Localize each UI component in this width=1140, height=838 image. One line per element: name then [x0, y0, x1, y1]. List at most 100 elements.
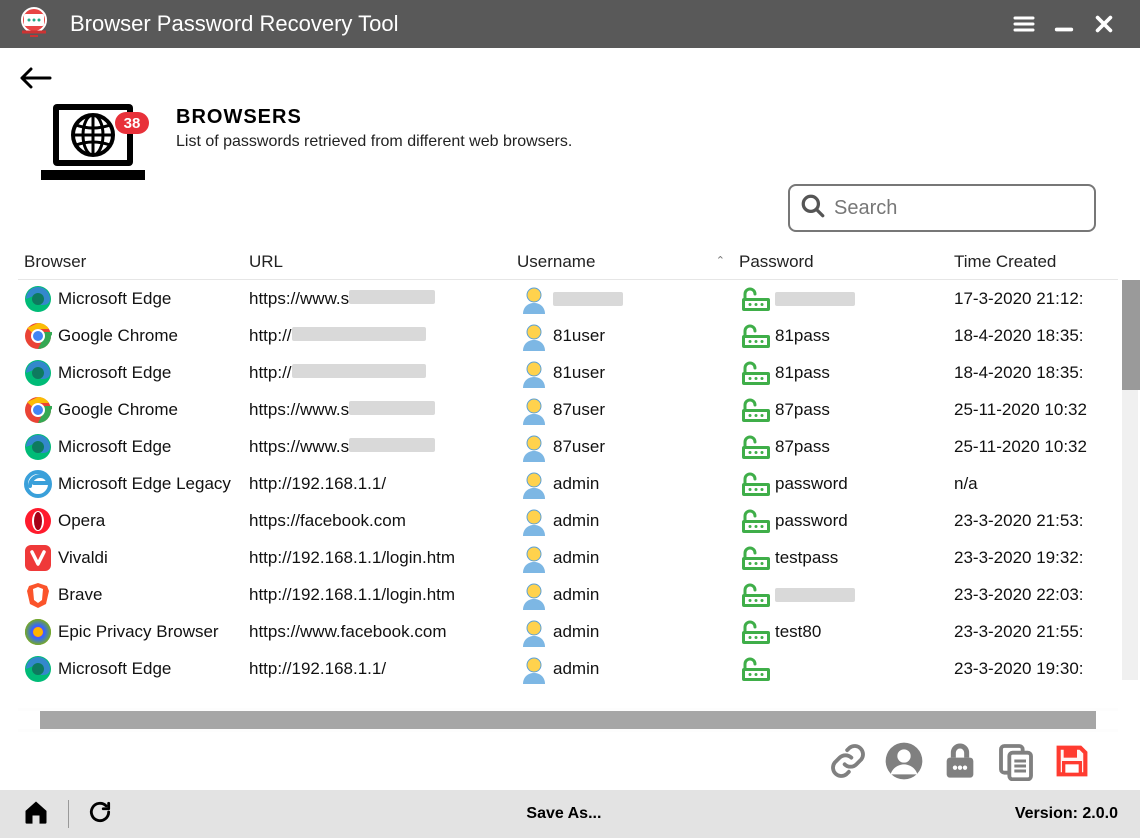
lock-icon — [739, 580, 773, 610]
lock-icon — [739, 358, 773, 388]
url-cell: http://192.168.1.1/ — [243, 474, 511, 494]
th-password[interactable]: Password — [733, 252, 948, 272]
table-row[interactable]: Epic Privacy Browserhttps://www.facebook… — [18, 613, 1118, 650]
url-cell: http:// — [243, 363, 511, 383]
url-cell: http://192.168.1.1/login.htm — [243, 548, 511, 568]
content-area: 38 BROWSERS List of passwords retrieved … — [0, 48, 1140, 790]
vivaldi-icon — [24, 544, 52, 572]
table-row[interactable]: Microsoft Edgehttp://192.168.1.1/admin23… — [18, 650, 1118, 687]
user-icon — [517, 393, 551, 427]
horizontal-scrollbar-track[interactable] — [18, 711, 1118, 729]
time-cell: 23-3-2020 19:30: — [948, 659, 1096, 679]
table-row[interactable]: Vivaldi http://192.168.1.1/login.htmadmin… — [18, 539, 1118, 576]
table-row[interactable]: Google Chromehttp://81user81pass18-4-202… — [18, 317, 1118, 354]
table-row[interactable]: Microsoft Edgehttps://www.s87user87pass2… — [18, 428, 1118, 465]
lock-icon — [739, 506, 773, 536]
browser-name: Brave — [58, 585, 102, 605]
search-input[interactable] — [834, 197, 1099, 220]
home-button[interactable] — [22, 798, 50, 831]
th-url[interactable]: URL — [243, 252, 511, 272]
username-cell: admin — [511, 504, 733, 538]
statusbar: Save As... Version: 2.0.0 — [0, 790, 1140, 838]
table-row[interactable]: Microsoft Edge http://81user81pass18-4-20… — [18, 354, 1118, 391]
browsers-icon: 38 — [18, 98, 168, 190]
username-cell: 81user — [511, 356, 733, 390]
refresh-button[interactable] — [87, 799, 113, 830]
password-cell: 87pass — [733, 432, 948, 462]
url-cell: https://www.facebook.com — [243, 622, 511, 642]
close-button[interactable] — [1084, 0, 1124, 48]
table-row[interactable]: Microsoft Edge Legacy http://192.168.1.1/… — [18, 465, 1118, 502]
user-icon — [517, 430, 551, 464]
time-cell: 23-3-2020 22:03: — [948, 585, 1096, 605]
username-cell: admin — [511, 541, 733, 575]
username-cell: admin — [511, 652, 733, 686]
username-cell: 87user — [511, 393, 733, 427]
horizontal-scrollbar-thumb[interactable] — [40, 711, 1096, 729]
table-row[interactable]: Microsoft Edgehttps://www.s17-3-2020 21:… — [18, 280, 1118, 317]
user-icon — [517, 467, 551, 501]
password-cell: 87pass — [733, 395, 948, 425]
edge-icon — [24, 655, 52, 683]
browser-name: Google Chrome — [58, 400, 178, 420]
user-icon — [517, 319, 551, 353]
password-cell: testpass — [733, 543, 948, 573]
user-icon — [517, 578, 551, 612]
time-cell: 23-3-2020 19:32: — [948, 548, 1096, 568]
edge-icon — [24, 359, 52, 387]
lock-icon — [739, 321, 773, 351]
time-cell: 17-3-2020 21:12: — [948, 289, 1096, 309]
action-toolbar — [18, 732, 1118, 790]
lock-icon — [739, 617, 773, 647]
th-time[interactable]: Time Created — [948, 252, 1096, 272]
username-cell — [511, 282, 733, 316]
back-button[interactable] — [18, 67, 52, 94]
lock-icon — [739, 432, 773, 462]
url-cell: https://facebook.com — [243, 511, 511, 531]
minimize-button[interactable] — [1044, 0, 1084, 48]
table-row[interactable]: Google Chromehttps://www.s87user87pass25… — [18, 391, 1118, 428]
username-cell: admin — [511, 467, 733, 501]
copy-password-button[interactable] — [938, 739, 982, 783]
version-label: Version: 2.0.0 — [1015, 805, 1118, 823]
table-row[interactable]: Bravehttp://192.168.1.1/login.htmadmin23… — [18, 576, 1118, 613]
search-box[interactable] — [788, 184, 1096, 232]
lock-icon — [739, 284, 773, 314]
browser-name: Vivaldi — [58, 548, 108, 568]
time-cell: 18-4-2020 18:35: — [948, 363, 1096, 383]
username-cell: admin — [511, 578, 733, 612]
username-cell: admin — [511, 615, 733, 649]
browser-name: Microsoft Edge — [58, 363, 171, 383]
password-cell: 81pass — [733, 358, 948, 388]
browser-name: Microsoft Edge — [58, 437, 171, 457]
user-icon — [517, 356, 551, 390]
password-cell: password — [733, 506, 948, 536]
copy-row-button[interactable] — [994, 739, 1038, 783]
save-button[interactable] — [1050, 739, 1094, 783]
badge-count: 38 — [124, 115, 141, 132]
url-cell: http://192.168.1.1/ — [243, 659, 511, 679]
copy-username-button[interactable] — [882, 739, 926, 783]
time-cell: 18-4-2020 18:35: — [948, 326, 1096, 346]
copy-url-button[interactable] — [826, 739, 870, 783]
page-title: BROWSERS — [176, 106, 572, 129]
lock-icon — [739, 543, 773, 573]
vertical-scrollbar-thumb[interactable] — [1122, 280, 1140, 390]
username-cell: 81user — [511, 319, 733, 353]
th-username[interactable]: Username⌃ — [511, 252, 733, 272]
user-icon — [517, 615, 551, 649]
menu-button[interactable] — [1004, 0, 1044, 48]
url-cell: https://www.s — [243, 437, 511, 457]
browser-name: Microsoft Edge — [58, 289, 171, 309]
page-subtitle: List of passwords retrieved from differe… — [176, 133, 572, 151]
sort-caret-icon: ⌃ — [716, 254, 725, 267]
time-cell: 23-3-2020 21:53: — [948, 511, 1096, 531]
edge-legacy-icon — [24, 470, 52, 498]
table-row[interactable]: Operahttps://facebook.comadminpassword23… — [18, 502, 1118, 539]
statusbar-message: Save As... — [113, 805, 1015, 823]
lock-icon — [739, 654, 773, 684]
password-table: Browser URL Username⌃ Password Time Crea… — [18, 244, 1118, 790]
app-icon — [16, 6, 52, 42]
th-browser[interactable]: Browser — [18, 252, 243, 272]
browser-name: Microsoft Edge Legacy — [58, 474, 231, 494]
